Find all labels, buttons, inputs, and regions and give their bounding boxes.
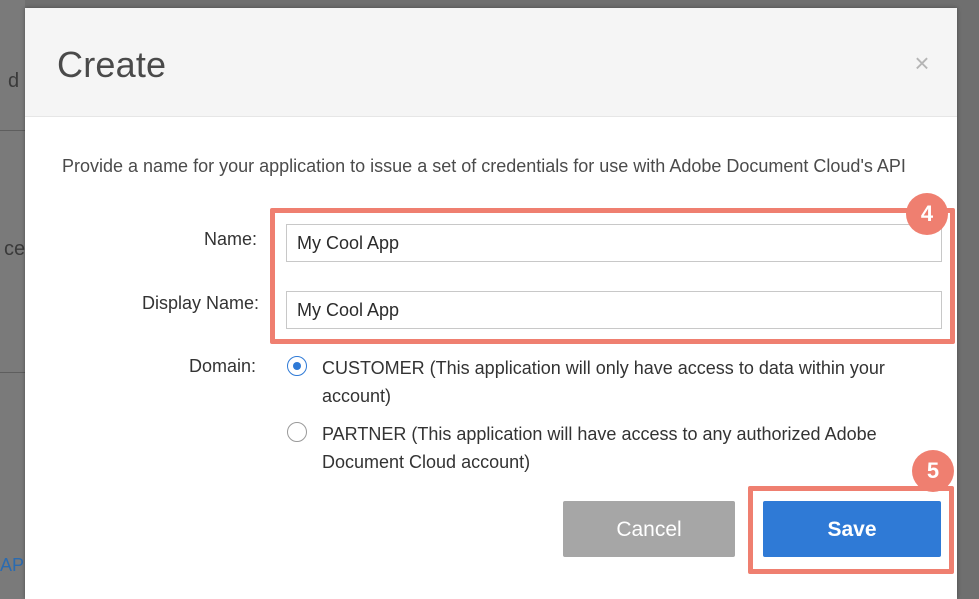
background-divider (0, 372, 25, 373)
background-panel-right (957, 0, 979, 599)
dialog-description: Provide a name for your application to i… (62, 156, 906, 176)
cancel-button[interactable]: Cancel (563, 501, 735, 557)
customer-radio-label: CUSTOMER (This application will only hav… (322, 358, 885, 406)
domain-option-partner[interactable]: PARTNER (This application will have acce… (287, 420, 927, 478)
step-5-highlight (748, 486, 954, 574)
step-5-badge: 5 (912, 450, 954, 492)
close-icon[interactable]: × (909, 50, 935, 76)
partner-radio-label: PARTNER (This application will have acce… (322, 424, 877, 472)
name-label: Name: (203, 229, 257, 249)
background-divider (0, 130, 25, 131)
domain-option-customer[interactable]: CUSTOMER (This application will only hav… (287, 354, 927, 412)
background-text-fragment: d (8, 70, 20, 92)
dialog-header: Create × (25, 8, 957, 117)
display-name-label: Display Name: (141, 293, 259, 313)
background-text-fragment: ce (4, 238, 26, 260)
step-4-highlight (270, 208, 955, 344)
dialog-title: Create (57, 44, 167, 85)
create-dialog: Create × Provide a name for your applica… (25, 8, 957, 599)
partner-radio[interactable] (287, 422, 307, 442)
customer-radio[interactable] (287, 356, 307, 376)
step-4-badge: 4 (906, 193, 948, 235)
screen: d ce AP Create × Provide a name for your… (0, 0, 979, 599)
domain-label: Domain: (189, 356, 257, 376)
background-link-fragment: AP (0, 555, 25, 575)
